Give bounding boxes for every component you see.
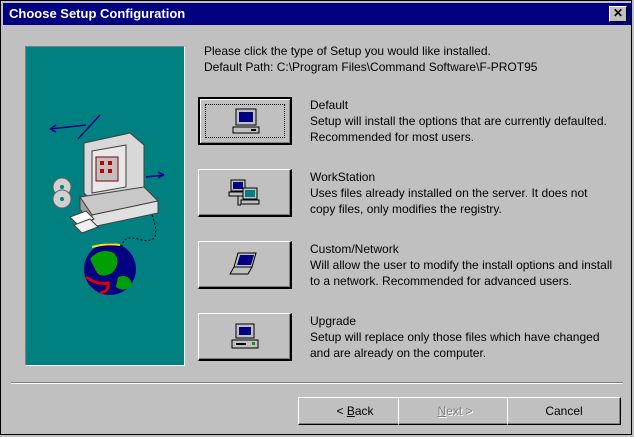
- upgrade-option-description: Setup will replace only those files whic…: [310, 330, 600, 360]
- back-button-prefix: <: [336, 404, 347, 418]
- computer-globe-illustration: [49, 114, 165, 295]
- next-button[interactable]: Next >: [398, 397, 512, 425]
- close-button[interactable]: ✕: [609, 6, 627, 22]
- intro-line: Please click the type of Setup you would…: [204, 44, 491, 58]
- back-button[interactable]: < Back: [298, 397, 412, 425]
- intro-text: Please click the type of Setup you would…: [204, 43, 537, 75]
- setup-illustration: [25, 46, 185, 366]
- custom-network-option-description: Will allow the user to modify the instal…: [310, 258, 613, 288]
- workstation-option-button[interactable]: [198, 169, 292, 217]
- next-button-accelerator: N: [437, 404, 447, 418]
- desktop-computer-icon: [232, 108, 260, 134]
- upgrade-option-button[interactable]: [198, 313, 292, 361]
- upgrade-computer-icon: [231, 323, 259, 349]
- custom-network-option-label: Custom/Network: [310, 242, 399, 256]
- default-option-description: Setup will install the options that are …: [310, 114, 607, 144]
- default-option-button[interactable]: [198, 97, 292, 145]
- back-button-accelerator: B: [346, 404, 355, 418]
- cancel-button[interactable]: Cancel: [507, 397, 621, 425]
- upgrade-option-label: Upgrade: [310, 314, 357, 328]
- next-button-label: ext >: [446, 404, 473, 418]
- workstation-option-description: Uses files already installed on the serv…: [310, 186, 588, 216]
- network-workstation-icon: [228, 179, 260, 206]
- custom-network-option-button[interactable]: [198, 241, 292, 289]
- window-title: Choose Setup Configuration: [9, 6, 186, 21]
- back-button-label: ack: [354, 404, 374, 418]
- workstation-option-label: WorkStation: [310, 170, 376, 184]
- setup-dialog: Choose Setup Configuration ✕ Please clic…: [0, 0, 632, 435]
- separator: [11, 382, 623, 384]
- title-bar[interactable]: Choose Setup Configuration ✕: [3, 3, 631, 25]
- default-path: Default Path: C:\Program Files\Command S…: [204, 60, 538, 74]
- default-option-label: Default: [310, 98, 349, 112]
- laptop-icon: [229, 252, 257, 275]
